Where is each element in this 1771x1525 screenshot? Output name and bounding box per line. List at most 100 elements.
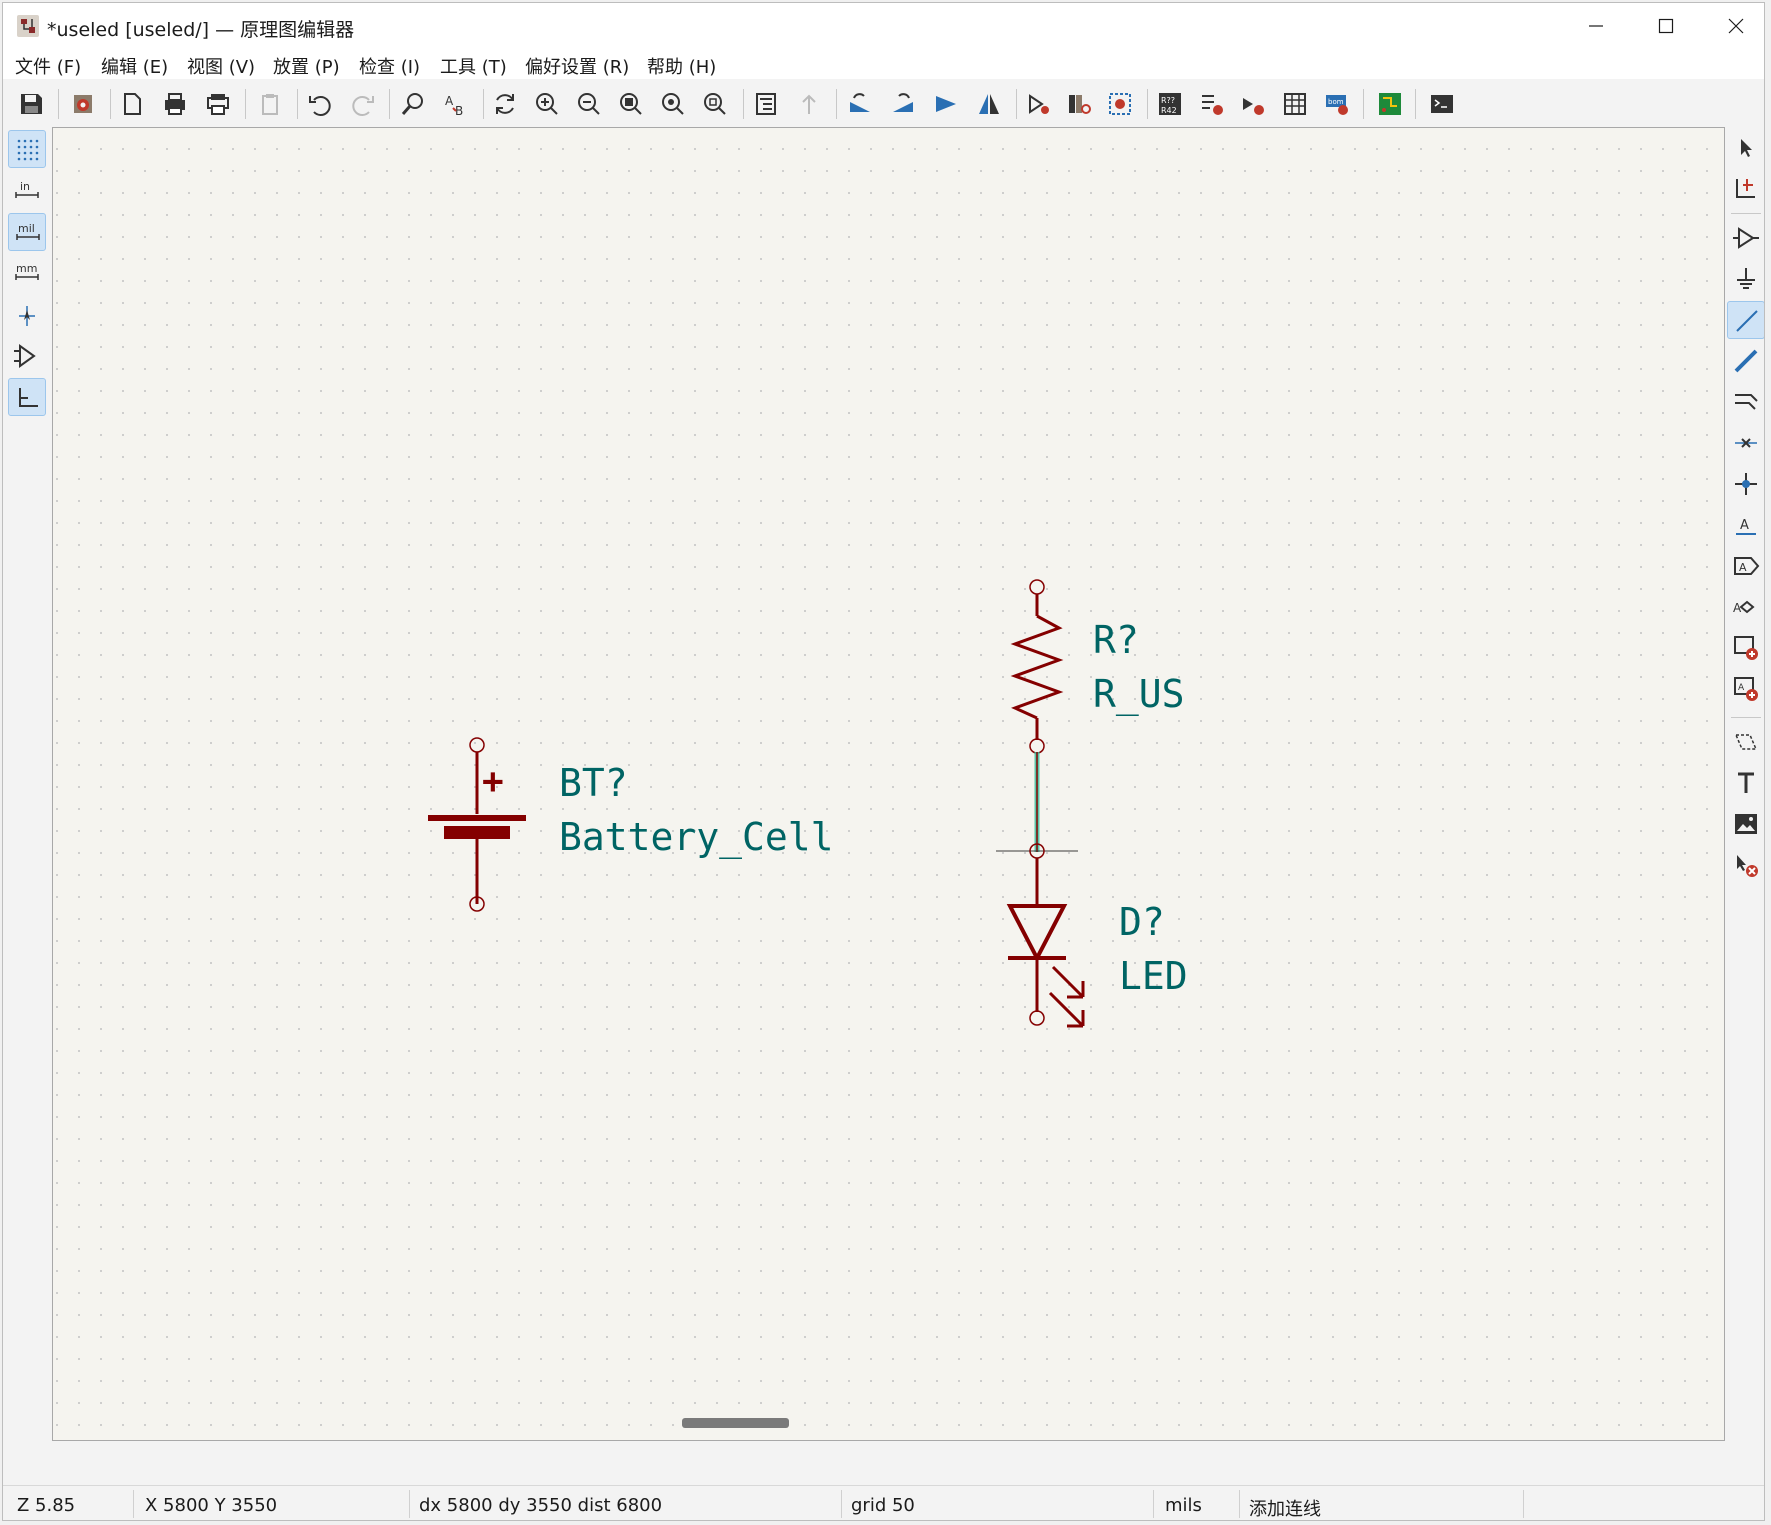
add-text-button[interactable] (1727, 764, 1764, 802)
close-button[interactable] (1701, 3, 1764, 49)
led-reference[interactable]: D? (1119, 900, 1165, 944)
zoom-out-button[interactable] (573, 88, 605, 120)
add-power-button[interactable] (1727, 260, 1764, 298)
zoom-in-button[interactable] (531, 88, 563, 120)
resistor-value[interactable]: R_US (1093, 672, 1185, 717)
save-button[interactable] (15, 88, 47, 120)
footprint-assign-button[interactable] (1104, 88, 1136, 120)
status-mode: 添加连线 (1249, 1499, 1321, 1520)
sheet-icon (1734, 636, 1758, 660)
undo-button[interactable] (304, 88, 336, 120)
redo-button[interactable] (347, 88, 379, 120)
svg-text:B: B (455, 104, 463, 118)
add-bus-button[interactable] (1727, 342, 1764, 380)
paste-button[interactable] (254, 88, 286, 120)
schematic-canvas[interactable]: R? R_US D? LED + BT? Battery_Cell (52, 127, 1725, 1441)
menu-help[interactable]: 帮助 (H) (647, 53, 716, 79)
units-inch-button[interactable]: in (8, 172, 46, 210)
mirror-vertical-button[interactable] (930, 88, 962, 120)
battery-value[interactable]: Battery_Cell (559, 815, 834, 860)
add-global-label-button[interactable]: A (1727, 547, 1764, 585)
add-sheet-button[interactable] (1727, 629, 1764, 667)
find-replace-icon: AB (445, 94, 463, 118)
hidden-pins-button[interactable] (8, 337, 46, 375)
add-graphic-line-button[interactable] (1727, 723, 1764, 761)
horizontal-scrollbar[interactable] (682, 1418, 789, 1428)
netlist-icon (1243, 98, 1264, 115)
led-value[interactable]: LED (1119, 954, 1188, 998)
hierarchy-navigator-button[interactable] (750, 88, 782, 120)
svg-text:mm: mm (16, 262, 37, 275)
menu-preferences[interactable]: 偏好设置 (R) (525, 53, 629, 79)
menu-tools[interactable]: 工具 (T) (440, 53, 507, 79)
menu-edit[interactable]: 编辑 (E) (101, 53, 168, 79)
status-zoom: Z 5.85 (17, 1495, 76, 1516)
print-button[interactable] (159, 88, 191, 120)
netlist-button[interactable] (1237, 88, 1269, 120)
save-icon (21, 94, 42, 114)
add-symbol-button[interactable] (1727, 219, 1764, 257)
delete-tool-button[interactable] (1727, 846, 1764, 884)
menu-file[interactable]: 文件 (F) (15, 53, 81, 79)
units-mil-button[interactable]: mil (8, 213, 46, 251)
refresh-button[interactable] (489, 88, 521, 120)
add-hier-label-button[interactable]: A (1727, 588, 1764, 626)
fields-editor-button[interactable] (1279, 88, 1311, 120)
cursor-style-button[interactable] (8, 297, 46, 335)
add-junction-button[interactable] (1727, 465, 1764, 503)
units-mm-button[interactable]: mm (8, 254, 46, 292)
status-cursor-position: X 5800 Y 3550 (145, 1495, 278, 1516)
menu-place[interactable]: 放置 (P) (273, 53, 340, 79)
add-wire-button[interactable] (1727, 301, 1764, 339)
add-label-button[interactable]: A (1727, 506, 1764, 544)
symbol-icon (1733, 227, 1759, 249)
scripting-console-button[interactable] (1426, 88, 1458, 120)
minimize-button[interactable] (1561, 3, 1631, 49)
window-title: *useled [useled/] — 原理图编辑器 (47, 19, 355, 41)
symbol-editor-button[interactable] (1022, 88, 1054, 120)
toggle-grid-button[interactable] (8, 130, 46, 168)
schematic-setup-icon (74, 95, 92, 113)
resistor-reference[interactable]: R? (1093, 618, 1139, 662)
hierarchy-icon (756, 93, 776, 115)
import-sheet-pin-button[interactable]: A (1727, 670, 1764, 708)
rotate-cw-button[interactable] (887, 88, 919, 120)
pcb-editor-button[interactable] (1374, 88, 1406, 120)
battery-reference[interactable]: BT? (559, 761, 628, 805)
select-tool-button[interactable] (1727, 129, 1764, 167)
schematic-setup-button[interactable] (67, 88, 99, 120)
print-icon (165, 93, 185, 115)
bom-button[interactable]: bom (1321, 88, 1353, 120)
highlight-net-button[interactable] (1727, 169, 1764, 207)
line-mode-button[interactable] (8, 378, 46, 416)
crosshair-icon (19, 306, 35, 326)
symbol-library-browser-button[interactable] (1063, 88, 1095, 120)
image-icon (1735, 814, 1757, 834)
add-bus-entry-button[interactable] (1727, 383, 1764, 421)
erc-button[interactable] (1196, 88, 1228, 120)
find-replace-button[interactable]: AB (440, 88, 472, 120)
find-button[interactable] (397, 88, 429, 120)
delete-icon (1737, 855, 1758, 877)
zoom-selection-button[interactable] (699, 88, 731, 120)
add-image-button[interactable] (1727, 805, 1764, 843)
zoom-out-icon (578, 93, 600, 115)
page-settings-button[interactable] (116, 88, 148, 120)
mirror-horizontal-button[interactable] (973, 88, 1005, 120)
menu-inspect[interactable]: 检查 (I) (359, 53, 420, 79)
add-no-connect-button[interactable] (1727, 424, 1764, 462)
zoom-fit-button[interactable] (615, 88, 647, 120)
find-icon (401, 93, 423, 115)
zoom-fit-icon (620, 93, 642, 115)
annotate-button[interactable]: R?? R42 (1154, 88, 1186, 120)
page-settings-icon (124, 93, 141, 115)
cursor-arrow-icon (1741, 139, 1752, 157)
rotate-ccw-button[interactable] (844, 88, 876, 120)
maximize-button[interactable] (1631, 3, 1701, 49)
menu-view[interactable]: 视图 (V) (187, 53, 255, 79)
hier-label-icon: A (1733, 600, 1755, 615)
plot-button[interactable] (202, 88, 234, 120)
zoom-objects-button[interactable] (657, 88, 689, 120)
leave-sheet-button[interactable] (793, 88, 825, 120)
svg-text:A: A (445, 94, 454, 108)
